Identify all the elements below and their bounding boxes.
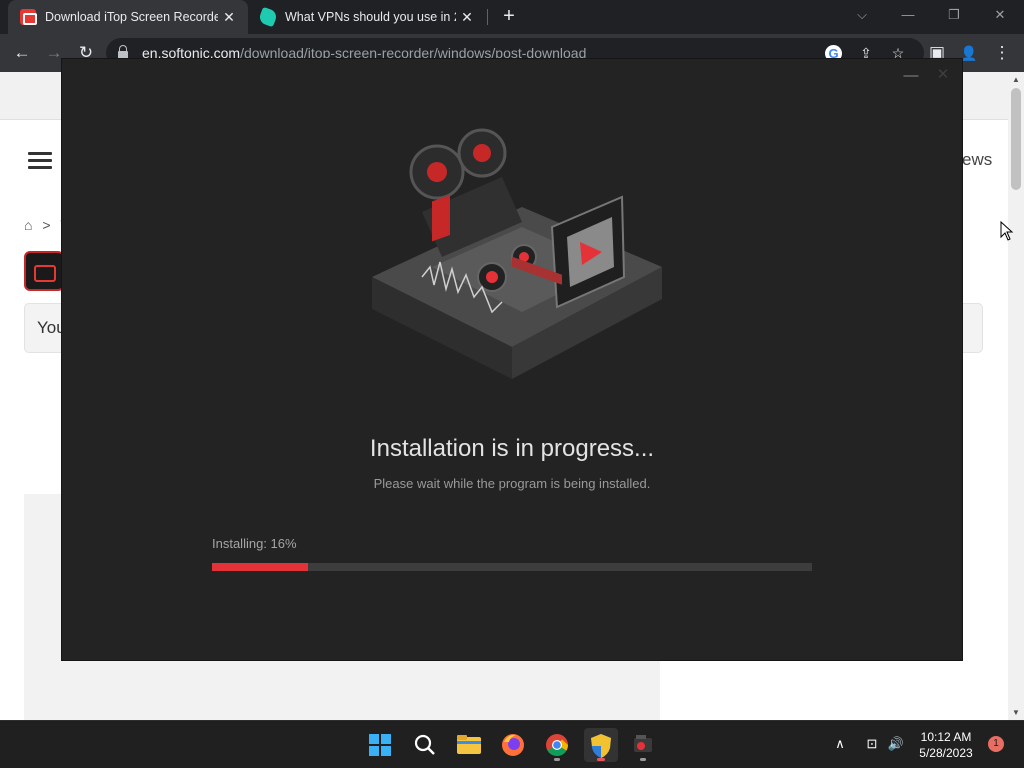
tab-title: Download iTop Screen Recorder (45, 10, 218, 24)
hamburger-menu-icon[interactable] (28, 152, 52, 170)
breadcrumb-separator: > (42, 217, 51, 233)
screen-recorder-illustration-icon (372, 128, 662, 379)
active-app-indicator (597, 758, 605, 761)
file-explorer-icon[interactable] (452, 728, 486, 762)
windows-taskbar: ∧ ⊡ 🔊 10:12 AM 5/28/2023 1 (0, 720, 1024, 768)
scrollbar-thumb[interactable] (1011, 88, 1021, 190)
clock-time: 10:12 AM (920, 730, 972, 744)
tab-title: What VPNs should you use in 20 (285, 10, 456, 24)
search-icon[interactable] (408, 728, 442, 762)
scroll-up-icon[interactable]: ▲ (1008, 75, 1024, 84)
tab-search-button[interactable]: ⌵ (842, 0, 882, 30)
firefox-icon[interactable] (496, 728, 530, 762)
back-button[interactable]: ← (9, 40, 35, 66)
progress-bar-fill (212, 563, 308, 571)
installer-shield-icon[interactable] (584, 728, 618, 762)
tab-close-button[interactable]: ✕ (456, 9, 478, 26)
start-icon[interactable] (363, 728, 397, 762)
installer-minimize-button[interactable]: — (902, 67, 920, 87)
page-scrollbar[interactable]: ▲ ▼ (1008, 72, 1024, 720)
volume-icon[interactable]: 🔊 (886, 734, 906, 754)
browser-tab-strip: Download iTop Screen Recorder ✕ What VPN… (0, 0, 1024, 34)
installer-subtitle: Please wait while the program is being i… (373, 476, 651, 491)
installer-close-button[interactable]: ✕ (934, 65, 952, 85)
tray-chevron-icon[interactable]: ∧ (830, 734, 850, 754)
tab-itop-download[interactable]: Download iTop Screen Recorder ✕ (8, 0, 248, 34)
notification-badge[interactable]: 1 (988, 736, 1004, 752)
taskbar-clock[interactable]: 10:12 AM 5/28/2023 (908, 729, 984, 761)
vpn-site-favicon-icon (257, 6, 279, 28)
progress-bar (212, 563, 812, 571)
home-icon[interactable]: ⌂ (24, 217, 32, 233)
site-nav-link[interactable]: ews (962, 150, 992, 170)
itop-favicon-icon (20, 9, 37, 25)
mouse-cursor-icon (1000, 221, 1014, 241)
new-tab-button[interactable]: + (498, 5, 520, 27)
window-minimize-button[interactable]: — (888, 0, 928, 30)
chrome-icon[interactable] (540, 728, 574, 762)
progress-label: Installing: 16% (212, 536, 297, 551)
installer-window: — ✕ Installation is in progress... Pleas… (61, 58, 963, 661)
network-icon[interactable]: ⊡ (862, 734, 882, 754)
scroll-down-icon[interactable]: ▼ (1008, 708, 1024, 717)
itop-recorder-icon[interactable] (626, 728, 660, 762)
tab-divider (487, 9, 488, 25)
window-close-button[interactable]: ✕ (980, 0, 1020, 30)
window-restore-button[interactable]: ❐ (934, 0, 974, 30)
running-indicator (554, 758, 560, 761)
clock-date: 5/28/2023 (919, 746, 973, 760)
running-indicator (640, 758, 646, 761)
tab-vpn-article[interactable]: What VPNs should you use in 20 ✕ (250, 0, 486, 34)
tab-close-button[interactable]: ✕ (218, 9, 240, 26)
browser-menu-icon[interactable]: ⋮ (989, 40, 1015, 66)
itop-app-logo (24, 251, 64, 291)
installer-title: Installation is in progress... (369, 435, 655, 462)
